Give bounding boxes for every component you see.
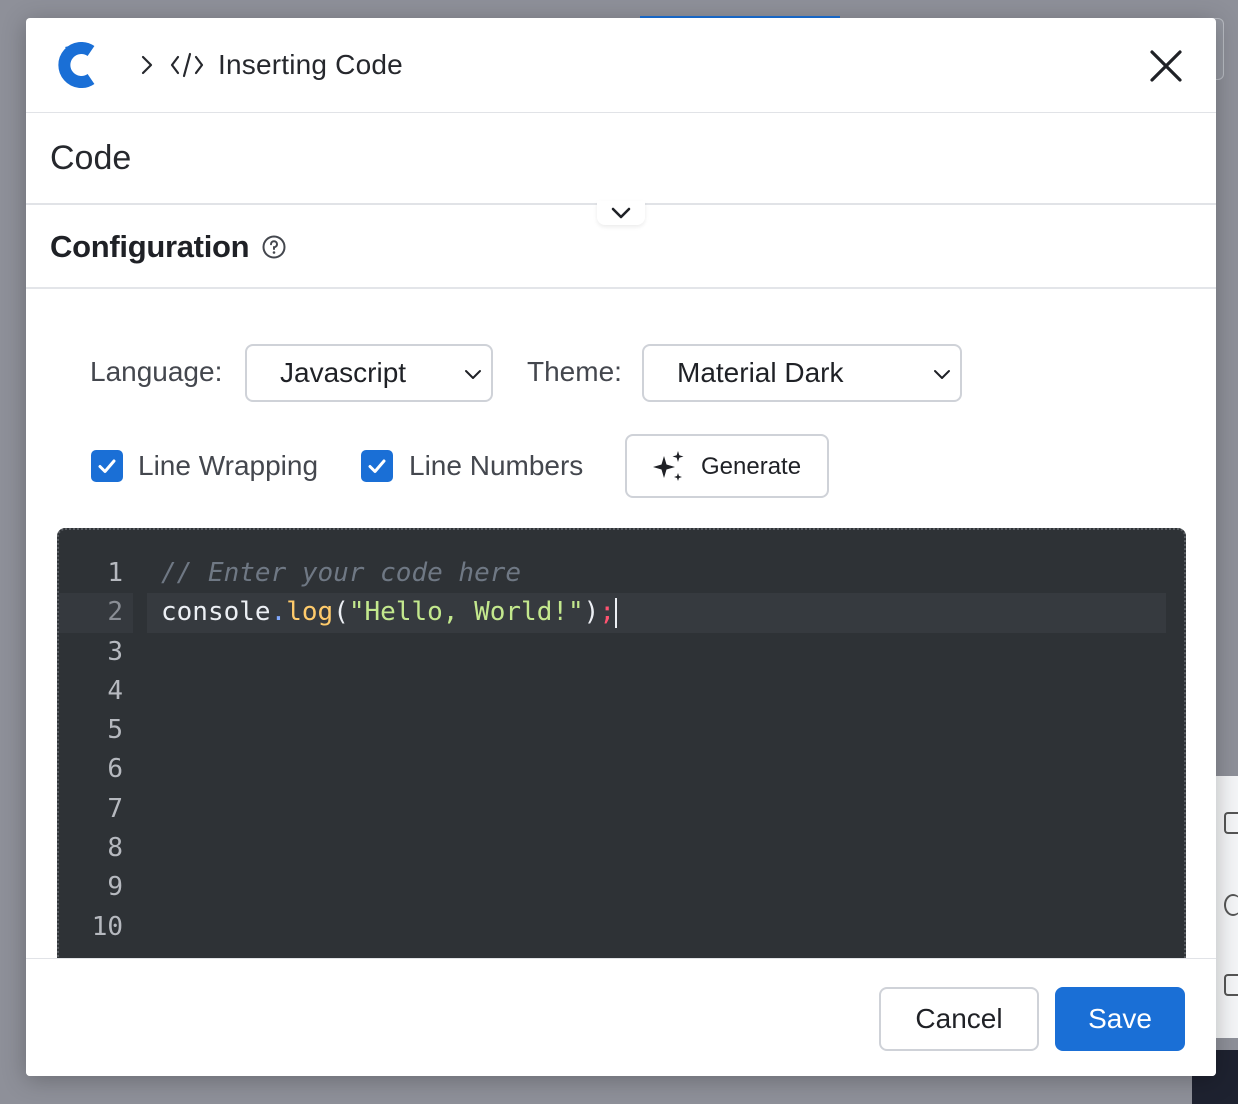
checkmark-icon	[98, 459, 116, 473]
code-function: log	[286, 597, 334, 628]
options-row: Line Wrapping Line Numbers Generate	[26, 434, 1216, 498]
cancel-button[interactable]: Cancel	[879, 987, 1039, 1051]
dialog-footer: Cancel Save	[26, 958, 1216, 1076]
code-comment: // Enter your code here	[161, 558, 522, 588]
collapse-toggle[interactable]	[597, 201, 645, 225]
code-paren-open: (	[333, 597, 349, 628]
language-select[interactable]: Javascript	[245, 344, 493, 402]
line-number: 6	[107, 754, 123, 785]
code-semicolon: ;	[599, 597, 615, 628]
close-icon	[1150, 50, 1182, 82]
theme-label: Theme:	[527, 356, 622, 387]
generate-label: Generate	[701, 453, 802, 480]
line-wrapping-checkbox[interactable]	[91, 450, 123, 482]
line-number-gutter: 1 2 3 4 5 6 7 8 9 10	[59, 554, 133, 947]
code-lines[interactable]: // Enter your code here console.log("Hel…	[147, 554, 1166, 633]
code-icon	[170, 52, 204, 78]
code-line[interactable]: // Enter your code here	[147, 554, 1166, 593]
language-value: Javascript	[280, 357, 407, 388]
line-wrapping-label[interactable]: Line Wrapping	[138, 450, 318, 482]
generate-button[interactable]: Generate	[625, 434, 829, 498]
line-number: 4	[107, 675, 123, 706]
chevron-down-icon	[611, 207, 631, 219]
line-numbers-checkbox[interactable]	[361, 450, 393, 482]
code-section-header: Code	[26, 113, 1216, 225]
checkmark-icon	[368, 459, 386, 473]
line-number: 8	[107, 833, 123, 864]
chevron-down-icon	[465, 370, 481, 379]
breadcrumb-chevron-icon	[140, 53, 156, 77]
line-number: 5	[107, 715, 123, 746]
line-number-active: 2	[59, 593, 133, 633]
code-dot: .	[270, 597, 287, 628]
close-button[interactable]	[1146, 46, 1186, 86]
language-label: Language:	[90, 356, 223, 387]
dialog-title: Inserting Code	[218, 49, 403, 80]
square-icon	[1224, 974, 1238, 996]
language-theme-row: Language: Javascript Theme: Material Dar…	[26, 344, 1216, 402]
dialog-header: Inserting Code	[26, 18, 1216, 113]
line-number: 7	[107, 793, 123, 824]
line-numbers-label[interactable]: Line Numbers	[409, 450, 583, 482]
code-string: "Hello, World!"	[348, 597, 584, 628]
save-button[interactable]: Save	[1055, 987, 1185, 1051]
configuration-title: Configuration	[50, 229, 250, 264]
code-paren-close: )	[583, 597, 600, 628]
theme-value: Material Dark	[677, 357, 844, 388]
line-number: 10	[91, 911, 123, 942]
line-number: 1	[107, 558, 123, 588]
text-cursor	[614, 597, 617, 628]
code-line-active[interactable]: console.log("Hello, World!");	[147, 593, 1166, 633]
clock-icon	[1224, 894, 1238, 916]
comment-icon	[1224, 812, 1238, 834]
chevron-down-icon	[934, 370, 950, 379]
line-number: 3	[107, 636, 123, 667]
help-icon[interactable]	[261, 234, 287, 260]
code-object: console	[161, 597, 271, 628]
theme-select[interactable]: Material Dark	[642, 344, 962, 402]
insert-code-dialog: Inserting Code Code Configuration Langua…	[26, 18, 1216, 1076]
sparkles-icon	[653, 451, 684, 481]
code-section-title: Code	[50, 138, 132, 177]
app-logo-icon	[58, 42, 95, 88]
background-side-panel	[1216, 776, 1238, 1038]
line-number: 9	[107, 872, 123, 903]
